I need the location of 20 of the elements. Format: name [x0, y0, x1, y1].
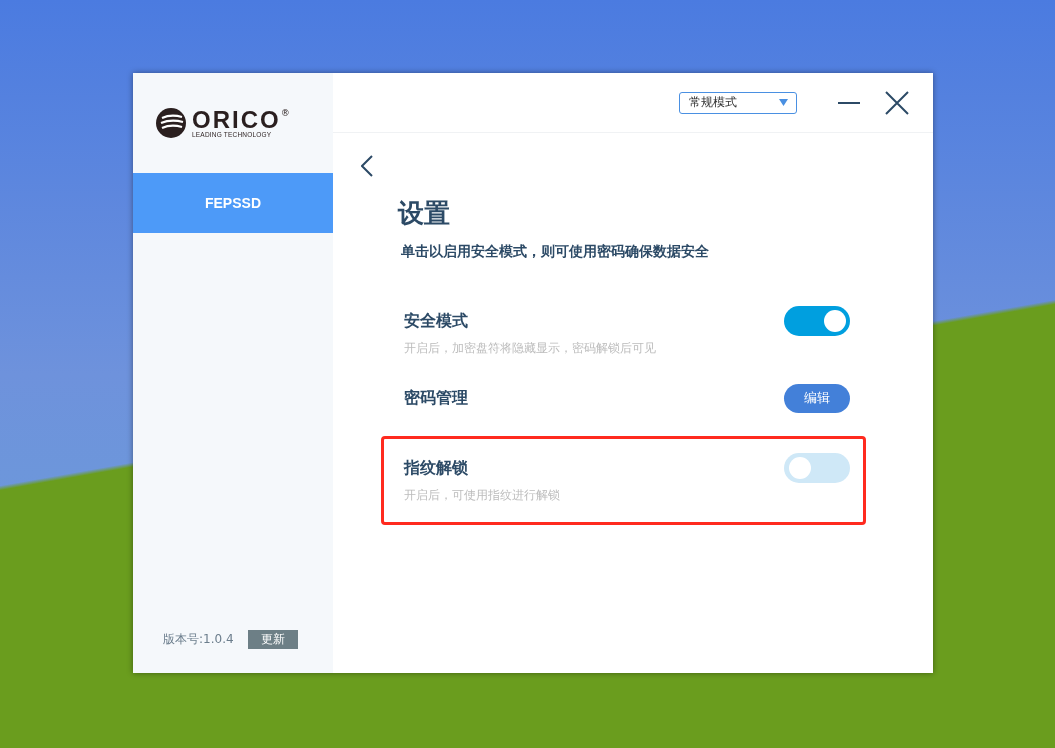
close-icon[interactable]	[885, 90, 909, 115]
page-subtitle: 单击以启用安全模式，则可使用密码确保数据安全	[401, 243, 710, 261]
logo-wordmark: ORICO	[192, 108, 281, 131]
version-label: 版本号:1.0.4	[163, 631, 234, 648]
setting-label: 密码管理	[404, 387, 468, 409]
setting-label: 指纹解锁	[404, 457, 468, 479]
setting-label: 安全模式	[404, 310, 468, 332]
logo-icon	[155, 107, 187, 139]
edit-button[interactable]: 编辑	[784, 383, 850, 413]
setting-description: 开启后，可使用指纹进行解锁	[404, 487, 561, 504]
toggle-switch[interactable]	[784, 453, 850, 483]
mode-dropdown[interactable]: 常规模式	[679, 91, 797, 114]
toggle-switch[interactable]	[784, 306, 850, 336]
registered-mark: ®	[280, 108, 290, 118]
update-button[interactable]: 更新	[247, 630, 298, 649]
setting-description: 开启后，加密盘符将隐藏显示，密码解锁后可见	[404, 340, 657, 357]
page-title: 设置	[398, 197, 451, 230]
back-icon[interactable]	[361, 155, 373, 177]
dropdown-caret-icon	[779, 99, 788, 106]
sidebar-item[interactable]: FEPSSD	[133, 173, 333, 233]
